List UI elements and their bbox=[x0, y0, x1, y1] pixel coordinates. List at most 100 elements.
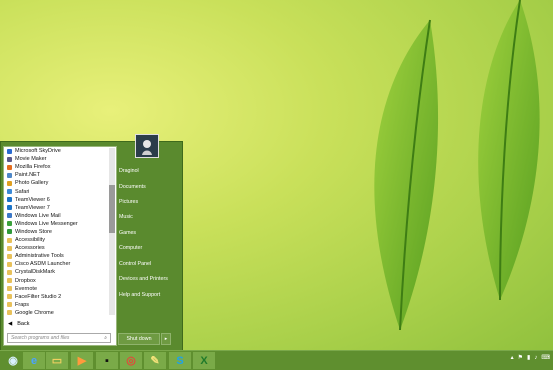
start-place-item[interactable]: Devices and Printers bbox=[119, 273, 179, 285]
program-label: Movie Maker bbox=[15, 156, 47, 163]
program-item[interactable]: Evernote bbox=[4, 285, 107, 293]
program-item[interactable]: Administrative Tools bbox=[4, 252, 107, 260]
program-item[interactable]: Windows Live Mail bbox=[4, 212, 107, 220]
folder-icon bbox=[7, 302, 12, 308]
folder-icon bbox=[7, 237, 12, 243]
folder-icon bbox=[7, 245, 12, 251]
start-right-pane: Draginol Documents Pictures Music Games Compu… bbox=[116, 134, 182, 350]
firefox-icon bbox=[7, 164, 12, 170]
folder-icon: ▭ bbox=[51, 355, 63, 367]
command-prompt-icon: ▪ bbox=[105, 354, 109, 367]
folder-icon bbox=[7, 269, 12, 275]
start-place-item[interactable]: Music bbox=[119, 211, 179, 223]
program-label: TeamViewer 6 bbox=[15, 196, 50, 203]
folder-icon bbox=[7, 261, 12, 267]
messenger-icon bbox=[7, 221, 12, 227]
all-programs-panel: Microsoft SkyDrive Movie Maker Mozilla Fir… bbox=[3, 146, 117, 346]
store-icon bbox=[7, 229, 12, 235]
excel-icon: X bbox=[200, 354, 208, 367]
shutdown-label: Shut down bbox=[126, 336, 152, 342]
skydrive-icon bbox=[7, 148, 12, 154]
taskbar: ◉ e ▭ ▶ ▪ ◎ ✎ S X ▴ ⚑ ▮ ♪ ⌨ bbox=[0, 350, 553, 370]
program-item[interactable]: Dropbox bbox=[4, 277, 107, 285]
start-place-item[interactable]: Help and Support bbox=[119, 289, 179, 301]
folder-icon bbox=[7, 278, 12, 284]
program-label: Fraps bbox=[15, 301, 30, 308]
program-item[interactable]: TeamViewer 6 bbox=[4, 196, 107, 204]
program-item[interactable]: Windows Live Messenger bbox=[4, 220, 107, 228]
program-label: Dropbox bbox=[15, 277, 36, 284]
back-button[interactable]: ◀ Back bbox=[4, 319, 118, 329]
program-item[interactable]: Fraps bbox=[4, 301, 107, 309]
paint-net-icon bbox=[7, 172, 12, 178]
program-label: Accessories bbox=[15, 245, 45, 252]
program-item[interactable]: Microsoft SkyDrive bbox=[4, 147, 107, 155]
program-label: Windows Store bbox=[15, 228, 52, 235]
program-label: Accessibility bbox=[15, 237, 45, 244]
user-photo bbox=[142, 140, 152, 155]
program-item[interactable]: TeamViewer 7 bbox=[4, 204, 107, 212]
program-label: Windows Live Mail bbox=[15, 212, 61, 219]
program-item[interactable]: Cisco ASDM Launcher bbox=[4, 260, 107, 268]
program-label: FaceFilter Studio 2 bbox=[15, 293, 62, 300]
folder-icon bbox=[7, 294, 12, 300]
taskbar-cmd[interactable]: ▪ bbox=[96, 352, 118, 369]
taskbar-explorer[interactable]: ▭ bbox=[46, 352, 68, 369]
start-place-item[interactable]: Computer bbox=[119, 242, 179, 254]
program-item[interactable]: FaceFilter Studio 2 bbox=[4, 293, 107, 301]
taskbar-ie[interactable]: e bbox=[23, 352, 45, 369]
program-item[interactable]: Accessibility bbox=[4, 236, 107, 244]
network-icon[interactable]: ▮ bbox=[527, 354, 530, 361]
taskbar-media[interactable]: ▶ bbox=[71, 352, 93, 369]
program-label: Administrative Tools bbox=[15, 253, 64, 260]
safari-icon bbox=[7, 189, 12, 195]
program-item[interactable]: Photo Gallery bbox=[4, 179, 107, 187]
start-place-item[interactable]: Pictures bbox=[119, 196, 179, 208]
chrome-icon: ◎ bbox=[126, 355, 136, 367]
user-avatar[interactable] bbox=[135, 134, 159, 158]
taskbar-excel[interactable]: X bbox=[193, 352, 215, 369]
start-place-item[interactable]: Draginol bbox=[119, 165, 179, 177]
system-tray: ▴ ⚑ ▮ ♪ ⌨ bbox=[511, 354, 550, 362]
media-player-icon: ▶ bbox=[77, 355, 87, 367]
program-item[interactable]: Movie Maker bbox=[4, 155, 107, 163]
up-arrow-icon[interactable]: ▴ bbox=[511, 354, 514, 361]
program-label: Windows Live Messenger bbox=[15, 220, 78, 227]
program-item[interactable]: Mozilla Firefox bbox=[4, 163, 107, 171]
keyboard-icon[interactable]: ⌨ bbox=[541, 354, 550, 361]
start-place-item[interactable]: Documents bbox=[119, 181, 179, 193]
taskbar-paint[interactable]: ✎ bbox=[144, 352, 166, 369]
search-input[interactable]: Search programs and files ⌕ bbox=[7, 333, 111, 343]
program-list: Microsoft SkyDrive Movie Maker Mozilla Fir… bbox=[4, 147, 107, 316]
program-label: Paint.NET bbox=[15, 172, 41, 179]
program-item[interactable]: Windows Store bbox=[4, 228, 107, 236]
program-item[interactable]: Safari bbox=[4, 187, 107, 195]
program-label: TeamViewer 7 bbox=[15, 204, 50, 211]
program-list-scrollbar[interactable] bbox=[109, 148, 115, 315]
shutdown-button[interactable]: Shut down bbox=[118, 333, 160, 345]
photo-gallery-icon bbox=[7, 180, 12, 186]
flag-icon[interactable]: ⚑ bbox=[518, 354, 523, 361]
shutdown-options-button[interactable]: ▸ bbox=[161, 333, 171, 345]
taskbar-chrome[interactable]: ◎ bbox=[120, 352, 142, 369]
program-label: Evernote bbox=[15, 285, 38, 292]
start-place-item[interactable]: Control Panel bbox=[119, 258, 179, 270]
start-menu: Microsoft SkyDrive Movie Maker Mozilla Fir… bbox=[0, 134, 183, 351]
program-item[interactable]: CrystalDiskMark bbox=[4, 268, 107, 276]
skype-icon: S bbox=[176, 354, 184, 367]
volume-icon[interactable]: ♪ bbox=[534, 355, 537, 361]
program-item[interactable]: Accessories bbox=[4, 244, 107, 252]
program-item[interactable]: Google Chrome bbox=[4, 309, 107, 316]
program-item[interactable]: Paint.NET bbox=[4, 171, 107, 179]
taskbar-skype[interactable]: S bbox=[169, 352, 191, 369]
program-label: CrystalDiskMark bbox=[15, 269, 56, 276]
start-button[interactable]: ◉ bbox=[2, 352, 24, 369]
folder-icon bbox=[7, 286, 12, 292]
start-place-item[interactable]: Games bbox=[119, 227, 179, 239]
back-label: Back bbox=[17, 321, 30, 327]
scroll-thumb[interactable] bbox=[109, 185, 115, 233]
chevron-right-icon: ▸ bbox=[164, 336, 168, 342]
teamviewer-icon bbox=[7, 205, 12, 211]
movie-maker-icon bbox=[7, 156, 12, 162]
windows-orb-icon: ◉ bbox=[8, 355, 18, 367]
